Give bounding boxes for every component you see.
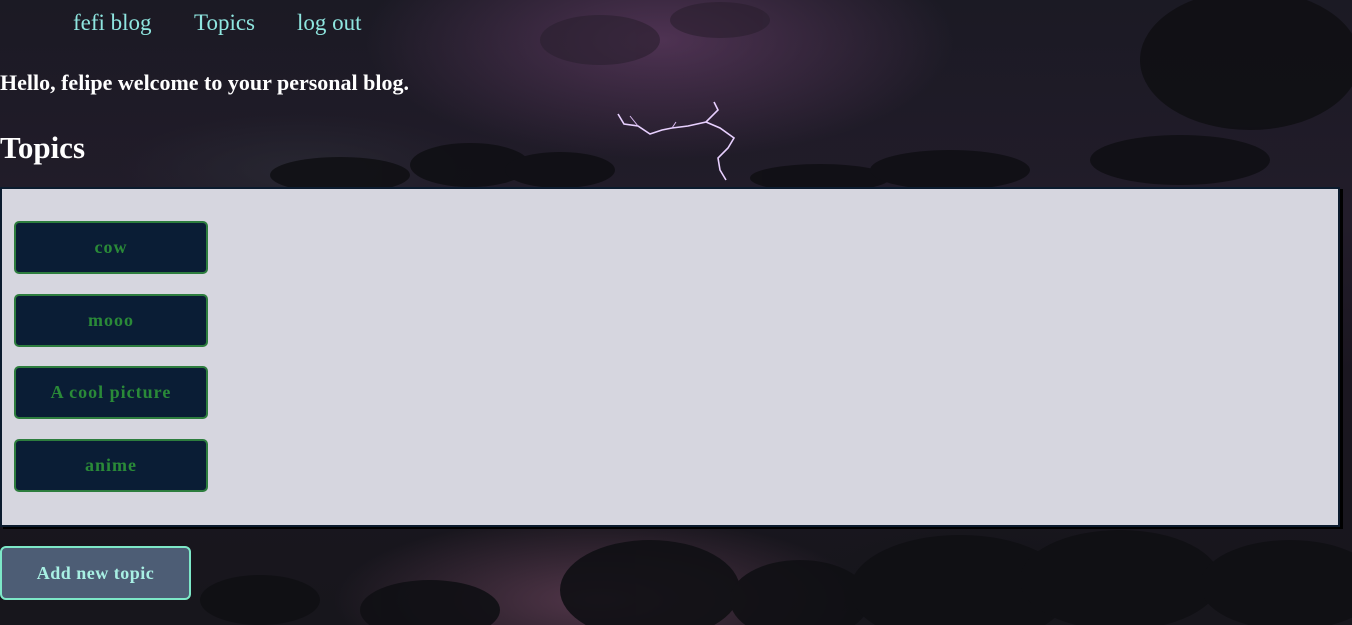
add-new-topic-button[interactable]: Add new topic: [0, 546, 191, 600]
topic-button-cow[interactable]: cow: [14, 221, 208, 274]
topics-list-panel: cow mooo A cool picture anime: [0, 187, 1340, 527]
topic-button-a-cool-picture[interactable]: A cool picture: [14, 366, 208, 419]
nav-topics-link[interactable]: Topics: [194, 10, 255, 36]
topic-button-anime[interactable]: anime: [14, 439, 208, 492]
lightning-bolt: [617, 101, 736, 181]
greeting-text: Hello, felipe welcome to your personal b…: [0, 70, 409, 95]
nav-logout-link[interactable]: log out: [297, 10, 362, 36]
topic-button-mooo[interactable]: mooo: [14, 294, 208, 347]
page-title: Topics: [0, 130, 86, 165]
nav-brand-link[interactable]: fefi blog: [73, 10, 152, 36]
top-nav: fefi blog Topics log out: [0, 0, 1352, 50]
